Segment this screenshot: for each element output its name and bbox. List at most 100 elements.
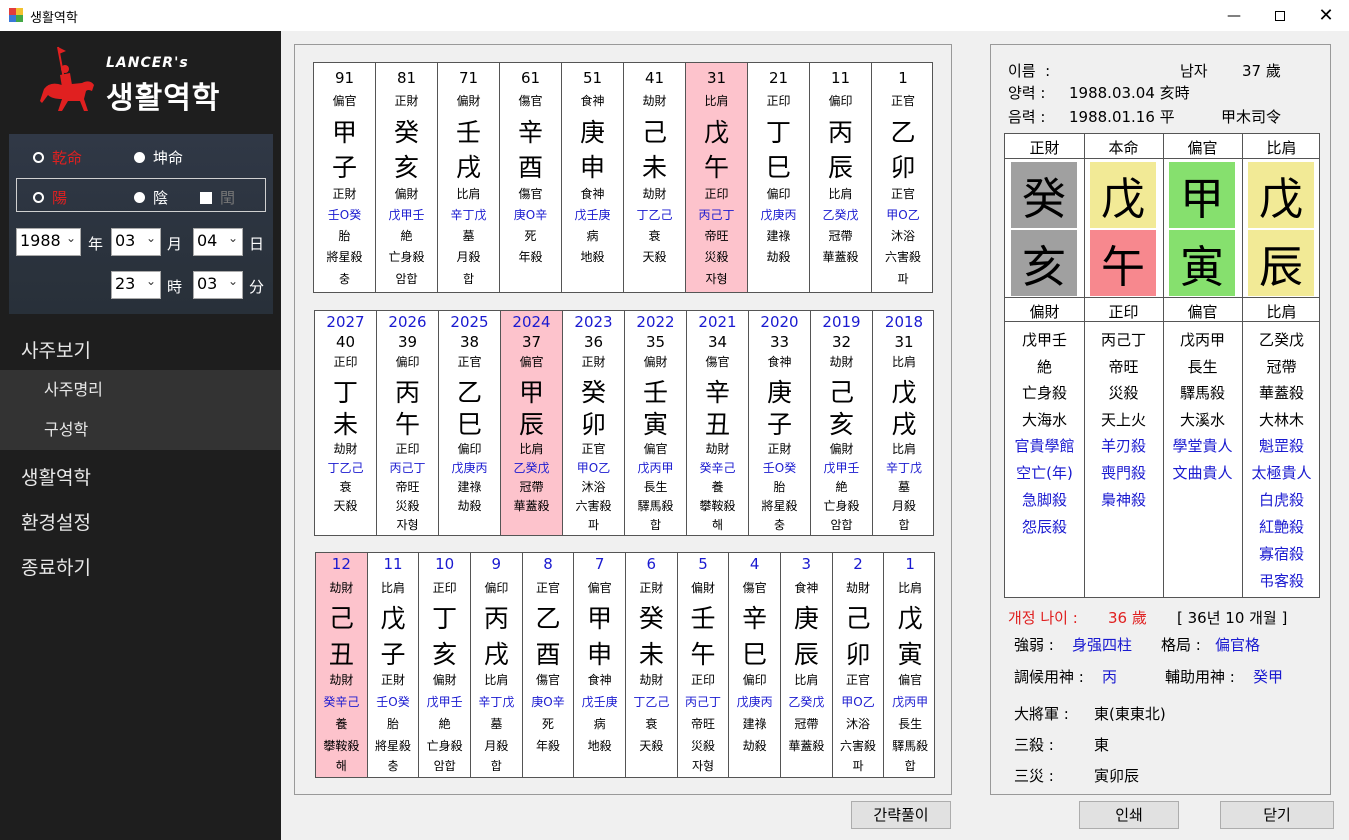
life-stage: 冠帶 [828, 229, 853, 243]
earthly-branch: 酉 [517, 153, 543, 182]
month-select[interactable]: 03 ⌄ [111, 228, 161, 256]
monthly-column[interactable]: 10 正印丁亥偏財 戊甲壬絶亡身殺 암합 [419, 553, 471, 777]
monthly-column[interactable]: 12 劫財己丑劫財 癸辛己養攀鞍殺 해 [316, 553, 368, 777]
relation: 자형 [396, 518, 419, 532]
yearly-column[interactable]: 2018 31 比肩戊戌比肩 辛丁戊墓月殺 합 [873, 311, 935, 535]
earthly-branch: 子 [766, 410, 792, 439]
daewoon-column[interactable]: 91 偏官甲子正財 壬O癸胎將星殺 충 [314, 63, 376, 292]
daewoon-column[interactable]: 11 偏印丙辰比肩 乙癸戊 冠帶 華蓋殺 [810, 63, 872, 292]
month: 1 [905, 555, 915, 573]
daewoon-column[interactable]: 21 正印丁巳偏印 戊庚丙 建祿 劫殺 [748, 63, 810, 292]
daewoon-column[interactable]: 51 食神庚申食神 戊壬庚病地殺 [562, 63, 624, 292]
monthly-column[interactable]: 2 劫財己卯正官 甲O乙 沐浴 六害殺 파 [833, 553, 885, 777]
life-stage: 胎 [386, 717, 399, 731]
daewoon-column[interactable]: 41 劫財己未劫財 丁乙己衰天殺 [624, 63, 686, 292]
year-select[interactable]: 1988 ⌄ [16, 228, 81, 256]
menu-gusung[interactable]: 구성학 [0, 410, 281, 450]
year-value: 1988 [20, 231, 61, 250]
year: 2020 [760, 313, 799, 331]
minimize-button[interactable]: — [1211, 0, 1257, 31]
menu-saju-myeongri[interactable]: 사주명리 [0, 370, 281, 410]
life-stage: 墓 [897, 480, 910, 494]
monthly-column[interactable]: 5 偏財壬午正印 丙己丁 帝旺 災殺 자형 [678, 553, 730, 777]
daewoon-column[interactable]: 1 正官乙卯正官 甲O乙 沐浴 六害殺 파 [872, 63, 934, 292]
daewoon-column[interactable]: 71 偏財壬戌比肩 辛丁戊墓月殺 합 [438, 63, 500, 292]
chevron-down-icon: ⌄ [65, 231, 76, 245]
menu-saju[interactable]: 사주보기 [0, 336, 281, 363]
yearly-column[interactable]: 2027 40 正印丁未劫財 丁乙己衰天殺 [315, 311, 377, 535]
leap-label: 閏 [220, 189, 236, 207]
pillar-stem: 戊 [1248, 162, 1314, 228]
relation: 해 [335, 759, 347, 773]
age: 41 [644, 69, 665, 87]
sal: 攀鞍殺 [699, 499, 736, 513]
menu-exit[interactable]: 종료하기 [0, 553, 281, 580]
heavenly-stem: 己 [828, 378, 854, 407]
hour-select[interactable]: 23 ⌄ [111, 271, 161, 299]
relation: 자형 [705, 272, 728, 286]
close-window-button[interactable]: ✕ [1303, 0, 1349, 31]
format-label: 格局 : [1161, 636, 1201, 654]
pillar-shinsal: 怨辰殺 [1021, 518, 1067, 536]
hidden-stems: 辛丁戊 [885, 461, 922, 475]
ten-god: 比肩 [380, 581, 405, 595]
day-value: 04 [197, 231, 218, 250]
heavenly-stem: 乙 [535, 604, 561, 633]
yearly-column[interactable]: 2024 37 偏官甲辰比肩 乙癸戊 冠帶 華蓋殺 [501, 311, 563, 535]
hidden-stems: 癸辛己 [699, 461, 736, 475]
monthly-column[interactable]: 1 比肩戊寅偏官 戊丙甲 長生 驛馬殺 합 [884, 553, 936, 777]
qian-radio[interactable]: 乾命 [33, 147, 82, 168]
minute-select[interactable]: 03 ⌄ [193, 271, 243, 299]
solar-label: 양력 : [1008, 84, 1046, 102]
branch-ten-god: 偏財 [432, 673, 457, 687]
pillar-branch: 午 [1090, 230, 1156, 296]
yearly-column[interactable]: 2025 38 正官乙巳偏印 戊庚丙 建祿 劫殺 [439, 311, 501, 535]
print-button[interactable]: 인쇄 [1079, 801, 1179, 829]
yearly-column[interactable]: 2019 32 劫財己亥偏財 戊甲壬絶亡身殺 암합 [811, 311, 873, 535]
ten-god: 偏官 [519, 355, 544, 369]
monthly-column[interactable]: 11 比肩戊子正財 壬O癸胎將星殺 충 [368, 553, 420, 777]
monthly-column[interactable]: 6 正財癸未劫財 丁乙己衰天殺 [626, 553, 678, 777]
menu-life[interactable]: 생활역학 [0, 463, 281, 490]
kun-radio[interactable]: 坤命 [134, 147, 183, 168]
horse-rider-logo-icon [40, 46, 94, 111]
yang-label: 陽 [52, 189, 68, 207]
monthly-column[interactable]: 4 傷官辛巳偏印 戊庚丙 建祿 劫殺 [729, 553, 781, 777]
yearly-column[interactable]: 2023 36 正財癸卯正官 甲O乙 沐浴 六害殺 파 [563, 311, 625, 535]
close-button[interactable]: 닫기 [1220, 801, 1334, 829]
yearly-column[interactable]: 2026 39 偏印丙午正印 丙己丁 帝旺 災殺 자형 [377, 311, 439, 535]
monthly-column[interactable]: 7 偏官甲申食神 戊壬庚病地殺 [574, 553, 626, 777]
year: 2023 [574, 313, 613, 331]
maximize-button[interactable] [1257, 0, 1303, 31]
pillar-branch: 亥 [1011, 230, 1077, 296]
qian-label: 乾命 [52, 149, 83, 167]
samjae: 寅卯辰 [1094, 767, 1140, 785]
leap-checkbox[interactable]: 閏 [200, 187, 235, 208]
heavenly-stem: 壬 [690, 604, 716, 633]
yin-radio[interactable]: 陰 [134, 187, 168, 208]
sal: 將星殺 [326, 250, 363, 264]
yearly-column[interactable]: 2021 34 傷官辛丑劫財 癸辛己養攀鞍殺 해 [687, 311, 749, 535]
yearly-column[interactable]: 2022 35 偏財壬寅偏官 戊丙甲 長生 驛馬殺 합 [625, 311, 687, 535]
sal: 災殺 [395, 499, 420, 513]
day-select[interactable]: 04 ⌄ [193, 228, 243, 256]
sal: 天殺 [639, 739, 664, 753]
monthly-column[interactable]: 9 偏印丙戌比肩 辛丁戊墓月殺 합 [471, 553, 523, 777]
life-stage: 帝旺 [395, 480, 420, 494]
daewoon-column[interactable]: 31 比肩戊午正印 丙己丁 帝旺 災殺 자형 [686, 63, 748, 292]
monthly-column[interactable]: 8 正官乙酉傷官 庚O辛死年殺 [523, 553, 575, 777]
minute-value: 03 [197, 274, 218, 293]
hidden-stems: 丙己丁 [389, 461, 426, 475]
brief-reading-button[interactable]: 간략풀이 [851, 801, 951, 829]
menu-settings[interactable]: 환경설정 [0, 508, 281, 535]
yearly-column[interactable]: 2020 33 食神庚子正財 壬O癸胎將星殺 충 [749, 311, 811, 535]
life-stage: 沐浴 [581, 480, 606, 494]
life-stage: 沐浴 [890, 229, 915, 243]
yinyang-group: 陽 陰 閏 [16, 178, 266, 212]
monthly-column[interactable]: 3 食神庚辰比肩 乙癸戊 冠帶 華蓋殺 [781, 553, 833, 777]
hidden-stems: 戊甲壬 [388, 208, 425, 222]
yang-radio[interactable]: 陽 [33, 187, 67, 208]
daewoon-column[interactable]: 61 傷官辛酉傷官 庚O辛死年殺 [500, 63, 562, 292]
daewoon-column[interactable]: 81 正財癸亥偏財 戊甲壬絶亡身殺 암합 [376, 63, 438, 292]
hidden-stems: 辛丁戊 [478, 695, 515, 709]
